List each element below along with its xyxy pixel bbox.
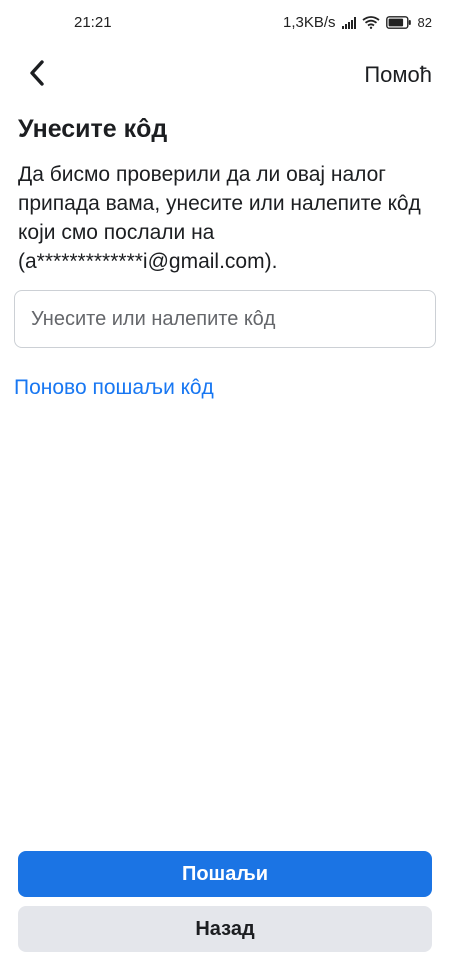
header: Помоћ	[0, 50, 450, 100]
status-bar: 21:21 1,3KB/s 82	[0, 0, 450, 50]
back-button[interactable]	[22, 59, 52, 91]
send-button[interactable]: Пошаљи	[18, 851, 432, 897]
help-link[interactable]: Помоћ	[364, 62, 432, 88]
code-input[interactable]	[14, 290, 436, 348]
back-button-bottom[interactable]: Назад	[18, 906, 432, 952]
page-title: Унесите кôд	[18, 115, 168, 143]
page-description: Да бисмо проверили да ли овај налог прип…	[18, 163, 421, 273]
chevron-left-icon	[28, 59, 46, 91]
wifi-icon	[361, 16, 380, 29]
battery-icon	[385, 16, 412, 29]
resend-code-link[interactable]: Поново пошаљи кôд	[14, 376, 214, 400]
battery-percent: 82	[417, 15, 432, 30]
code-entry-screen: 21:21 1,3KB/s 82 Помоћ Унесите кôд Да би…	[0, 0, 450, 975]
network-speed: 1,3KB/s	[283, 14, 336, 31]
status-indicators: 1,3KB/s 82	[283, 14, 432, 31]
status-time: 21:21	[74, 14, 112, 31]
signal-icon	[341, 16, 356, 29]
